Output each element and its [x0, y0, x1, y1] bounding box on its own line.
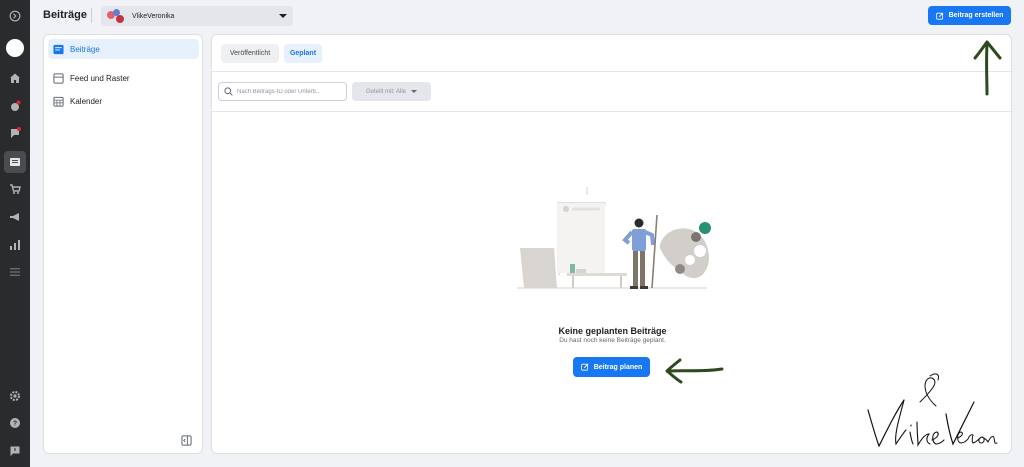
messages-icon[interactable] — [7, 125, 23, 141]
search-field[interactable] — [218, 82, 347, 101]
sidebar-item-label: Kalender — [70, 96, 103, 106]
tabs-divider — [212, 71, 1013, 72]
main-content: Veröffentlicht Geplant Geteilt mit: Alle — [211, 34, 1013, 454]
chevron-down-icon — [279, 14, 287, 18]
sidebar-item-label: Feed und Raster — [70, 73, 130, 83]
empty-state-illustration — [517, 187, 711, 289]
sidebar-item-label: Beiträge — [70, 44, 100, 54]
search-input[interactable] — [237, 88, 346, 95]
sidebar-item-posts[interactable]: Beiträge — [48, 39, 199, 59]
empty-state-title: Keine geplanten Beiträge — [558, 326, 667, 336]
collapse-sidebar-icon[interactable] — [181, 435, 192, 446]
feed-icon — [53, 72, 64, 84]
meta-logo-icon[interactable] — [7, 8, 23, 24]
account-selector[interactable]: VlikeVeronika — [101, 6, 293, 26]
title-divider — [91, 8, 92, 23]
notification-icon[interactable] — [7, 98, 23, 114]
sidebar: Beiträge Feed und Raster Kalender — [43, 34, 203, 454]
tab-published[interactable]: Veröffentlicht — [221, 44, 279, 63]
calendar-icon — [53, 96, 64, 107]
search-icon — [224, 87, 233, 96]
schedule-post-label: Beitrag planen — [593, 363, 643, 371]
account-name: VlikeVeronika — [132, 12, 175, 20]
settings-icon[interactable] — [7, 388, 23, 404]
filter-label: Geteilt mit: Alle — [365, 88, 406, 95]
page-title: Beiträge — [43, 9, 88, 21]
insights-icon[interactable] — [7, 237, 23, 253]
account-logo — [107, 9, 125, 23]
shared-with-filter[interactable]: Geteilt mit: Alle — [352, 82, 431, 101]
chevron-down-icon — [411, 90, 417, 93]
filter-divider — [212, 111, 1013, 112]
svg-text:?: ? — [13, 421, 17, 428]
empty-state-subtitle: Du hast noch keine Beiträge geplant. — [559, 337, 666, 344]
sidebar-item-calendar[interactable]: Kalender — [48, 91, 199, 111]
posts-icon — [53, 44, 64, 54]
help-icon[interactable]: ? — [7, 415, 23, 431]
sidebar-item-feed[interactable]: Feed und Raster — [48, 68, 199, 88]
menu-icon[interactable] — [7, 264, 23, 280]
tab-scheduled[interactable]: Geplant — [284, 44, 322, 63]
schedule-post-button[interactable]: Beitrag planen — [573, 357, 650, 377]
posts-icon[interactable] — [7, 154, 23, 170]
ads-icon[interactable] — [7, 209, 23, 225]
home-icon[interactable] — [7, 70, 23, 86]
left-nav-rail: ? — [0, 0, 30, 467]
create-post-label: Beitrag erstellen — [948, 12, 1004, 19]
shop-icon[interactable] — [7, 181, 23, 197]
feedback-icon[interactable] — [7, 443, 23, 459]
avatar[interactable] — [6, 39, 24, 57]
create-post-button[interactable]: Beitrag erstellen — [928, 6, 1011, 25]
edit-icon — [935, 12, 943, 20]
edit-icon — [580, 363, 589, 371]
